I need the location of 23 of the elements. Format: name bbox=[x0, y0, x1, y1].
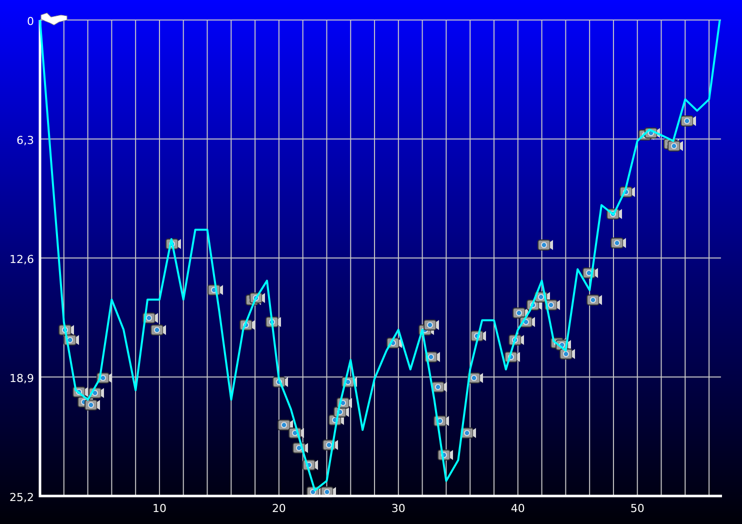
y-tick-label: 18,9 bbox=[10, 372, 34, 385]
y-tick-label: 6,3 bbox=[16, 134, 34, 147]
x-tick-label: 10 bbox=[152, 502, 166, 515]
x-tick-label: 20 bbox=[272, 502, 286, 515]
camera-icon bbox=[432, 382, 447, 392]
camera-icon bbox=[680, 116, 696, 126]
y-tick-label: 0 bbox=[27, 15, 34, 28]
x-tick-label: 50 bbox=[630, 502, 644, 515]
camera-icon bbox=[586, 294, 602, 306]
camera-icon bbox=[610, 238, 626, 248]
y-tick-label: 12,6 bbox=[10, 253, 34, 266]
camera-icon bbox=[150, 324, 166, 336]
camera-icon bbox=[512, 308, 528, 318]
camera-icon bbox=[668, 140, 683, 152]
diver-icon bbox=[40, 12, 68, 26]
x-tick-label: 30 bbox=[391, 502, 406, 515]
camera-icon bbox=[424, 320, 439, 330]
y-tick-label: 25,2 bbox=[10, 491, 34, 504]
camera-icon bbox=[538, 240, 553, 250]
camera-icon bbox=[560, 348, 575, 360]
x-tick-label: 40 bbox=[510, 502, 525, 515]
camera-icon bbox=[84, 400, 100, 410]
camera-icon bbox=[278, 420, 293, 430]
